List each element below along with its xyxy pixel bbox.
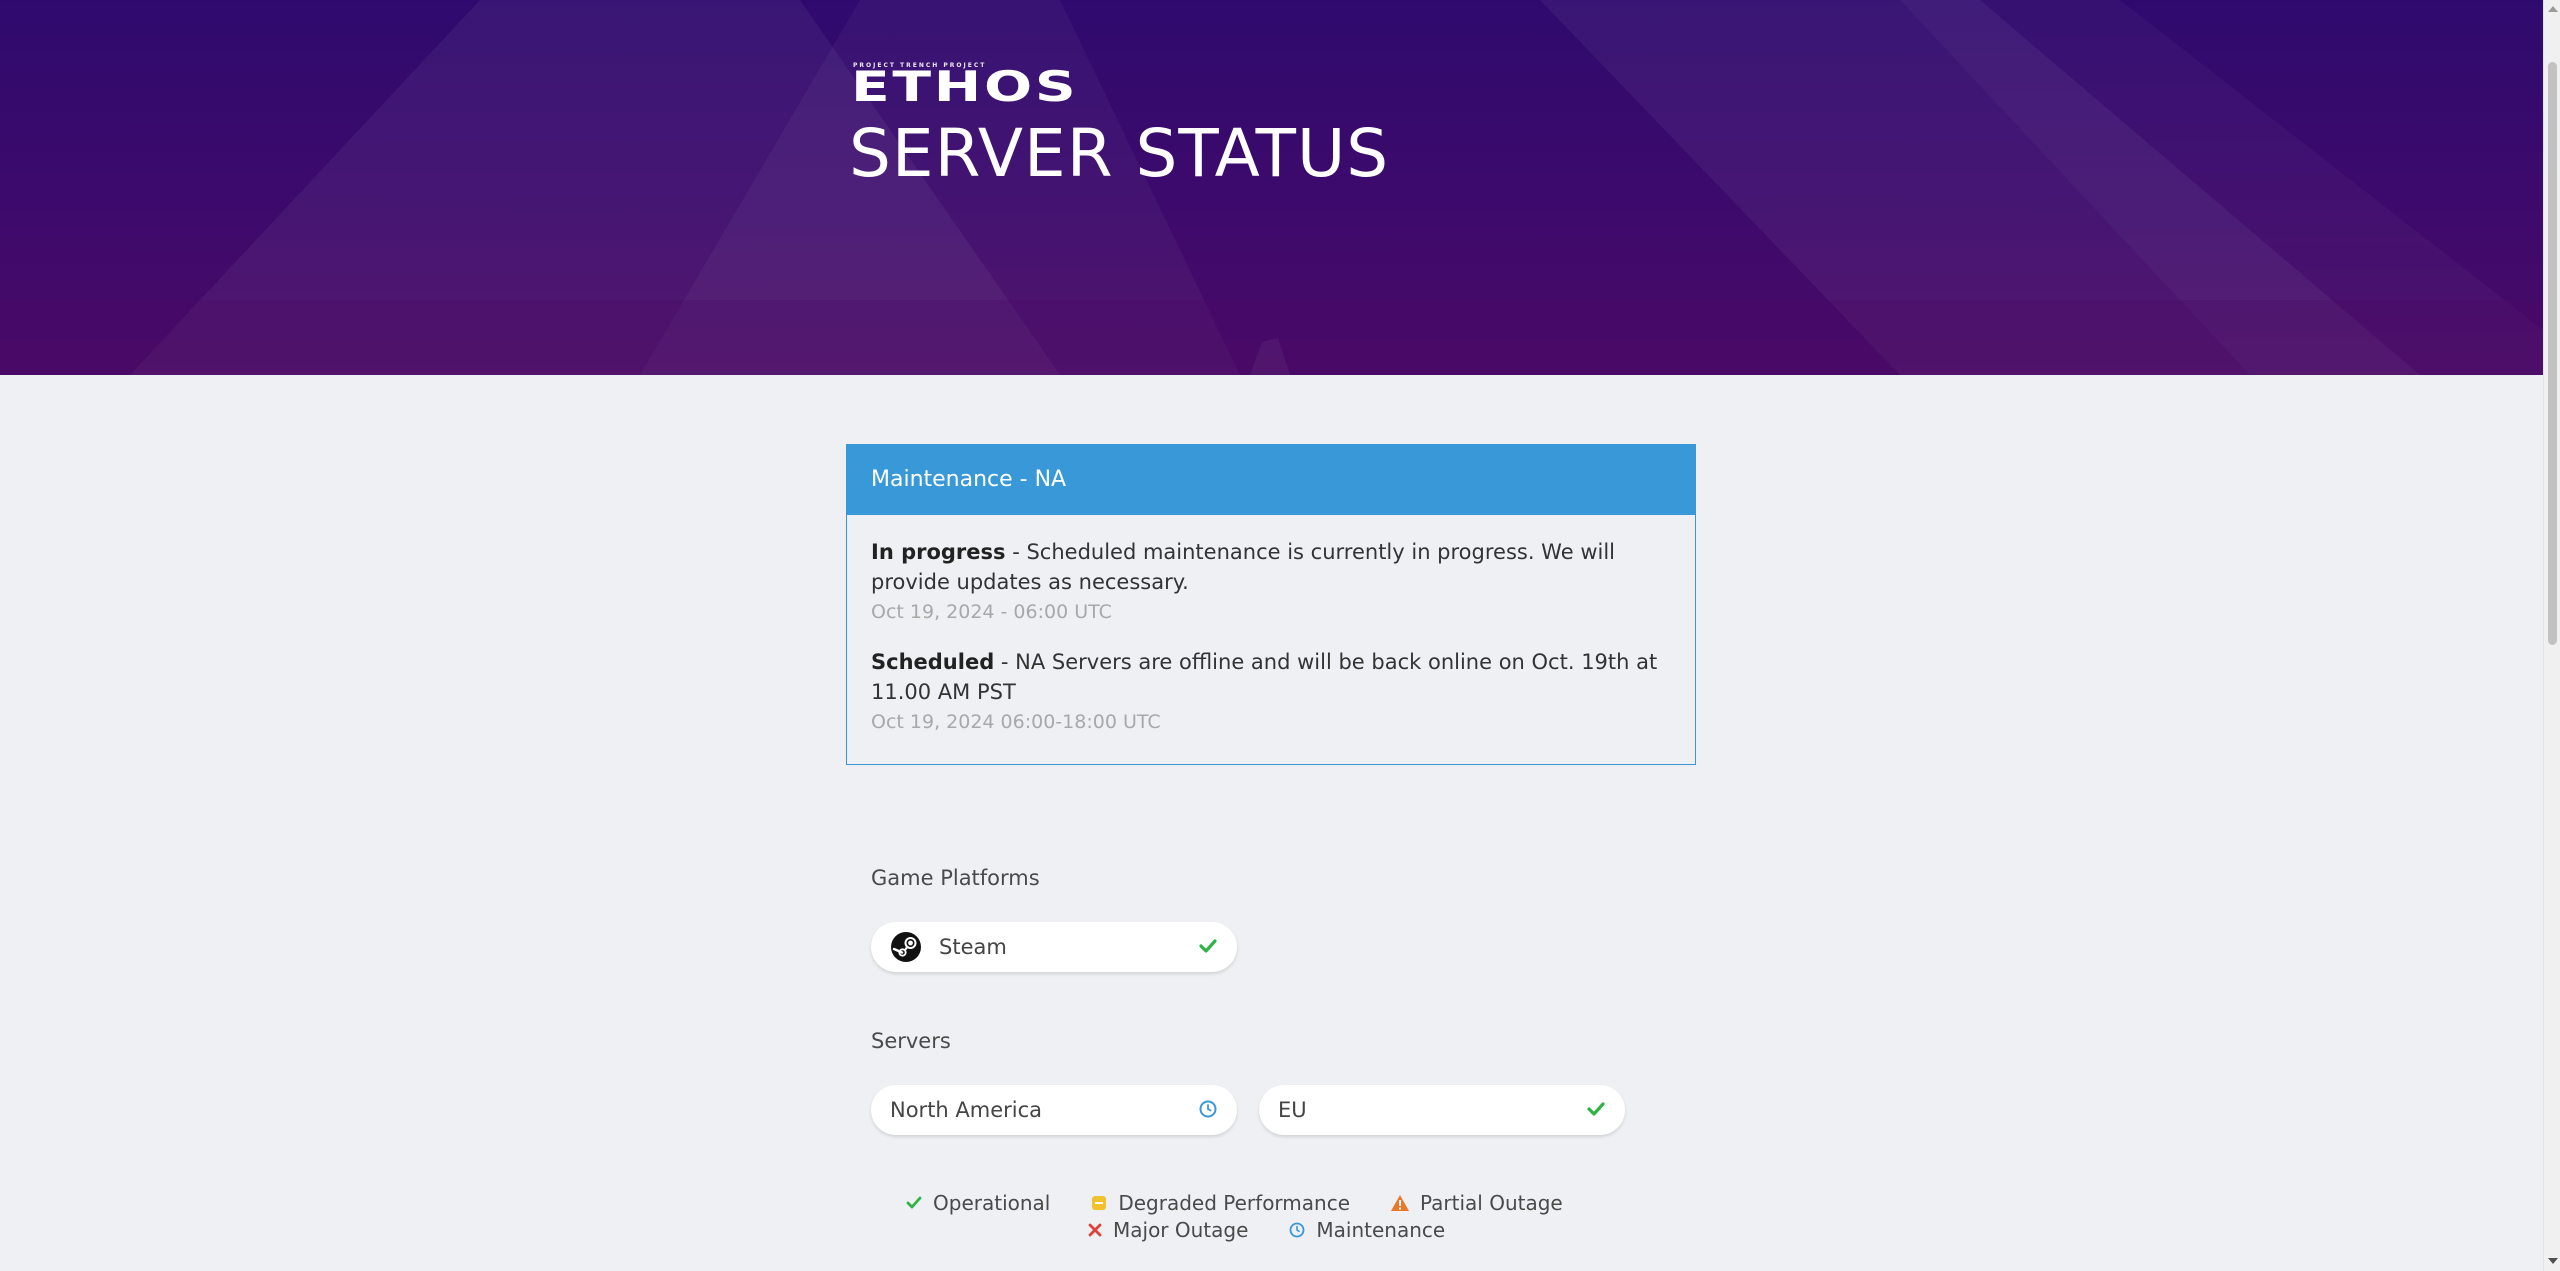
- legend-label: Major Outage: [1113, 1218, 1249, 1242]
- x-icon: [1088, 1223, 1102, 1237]
- update-status: In progress: [871, 540, 1006, 564]
- incident-updates: In progress - Scheduled maintenance is c…: [847, 515, 1695, 735]
- incident-update: Scheduled - NA Servers are offline and w…: [871, 647, 1671, 735]
- legend-label: Partial Outage: [1420, 1191, 1563, 1215]
- update-date: Oct 19, 2024 06:00-18:00 UTC: [871, 711, 1161, 733]
- legend-major: Major Outage: [1087, 1218, 1248, 1242]
- logo-text: ETHOS: [851, 62, 1079, 111]
- legend-operational: Operational: [905, 1191, 1050, 1215]
- warning-icon: [1391, 1195, 1410, 1211]
- status-legend: Operational Degraded Performance Partial…: [905, 1191, 1563, 1215]
- platform-steam[interactable]: Steam: [871, 922, 1237, 972]
- legend-label: Maintenance: [1316, 1218, 1446, 1242]
- status-page: PROJECT TRENCH PROJECT ETHOS SERVER STAT…: [0, 0, 2560, 1271]
- steam-icon: [891, 932, 921, 962]
- clock-icon: [1199, 1100, 1217, 1118]
- clock-icon: [1290, 1222, 1305, 1238]
- incident-title[interactable]: Maintenance - NA: [847, 445, 1695, 515]
- servers-title: Servers: [871, 1029, 951, 1053]
- legend-degraded: Degraded Performance: [1090, 1191, 1350, 1215]
- scrollbar-thumb[interactable]: [2548, 62, 2557, 645]
- check-icon: [906, 1196, 922, 1209]
- check-icon: [1199, 939, 1217, 953]
- platforms-title: Game Platforms: [871, 866, 1040, 890]
- minus-square-icon: [1092, 1196, 1107, 1210]
- server-eu[interactable]: EU: [1259, 1085, 1625, 1135]
- ethos-logo[interactable]: PROJECT TRENCH PROJECT ETHOS: [851, 62, 1076, 108]
- server-north-america[interactable]: North America: [871, 1085, 1237, 1135]
- page-title: SERVER STATUS: [849, 115, 1390, 192]
- legend-label: Operational: [933, 1191, 1051, 1215]
- legend-label: Degraded Performance: [1118, 1191, 1351, 1215]
- scroll-down-arrow-icon[interactable]: [2548, 1258, 2558, 1264]
- update-status: Scheduled: [871, 650, 995, 674]
- check-icon: [1587, 1102, 1605, 1116]
- incident-card: Maintenance - NA In progress - Scheduled…: [846, 444, 1696, 765]
- scroll-up-arrow-icon[interactable]: [2548, 6, 2558, 12]
- hero-banner: PROJECT TRENCH PROJECT ETHOS SERVER STAT…: [0, 0, 2543, 375]
- server-label: EU: [1278, 1098, 1307, 1122]
- incident-update: In progress - Scheduled maintenance is c…: [871, 537, 1671, 625]
- server-label: North America: [890, 1098, 1043, 1122]
- legend-partial: Partial Outage: [1390, 1191, 1563, 1215]
- status-legend-second-row: Major Outage Maintenance: [1087, 1218, 1445, 1242]
- page-scrollbar[interactable]: [2543, 0, 2560, 1271]
- platform-label: Steam: [939, 935, 1007, 959]
- update-text: In progress - Scheduled maintenance is c…: [871, 537, 1671, 597]
- update-date: Oct 19, 2024 - 06:00 UTC: [871, 601, 1112, 623]
- update-text: Scheduled - NA Servers are offline and w…: [871, 647, 1671, 707]
- legend-maintenance: Maintenance: [1288, 1218, 1445, 1242]
